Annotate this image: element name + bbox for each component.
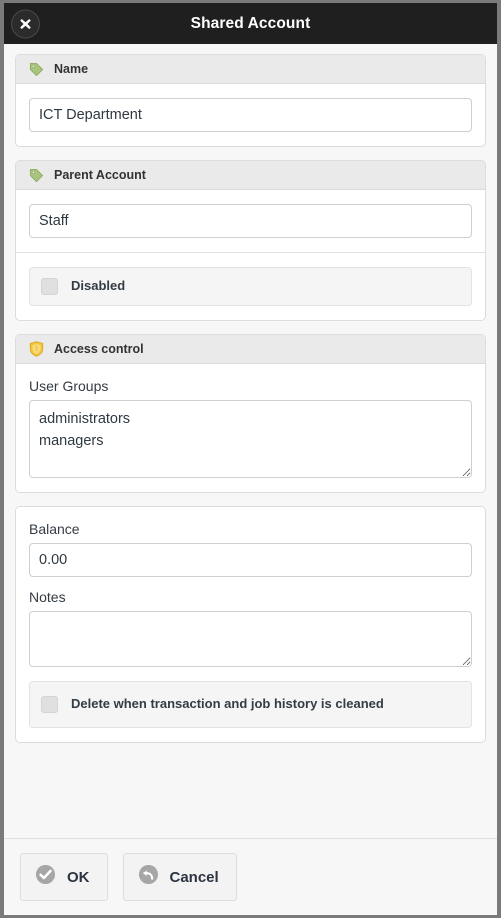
- name-input[interactable]: [29, 98, 472, 132]
- delete-history-checkbox-row[interactable]: Delete when transaction and job history …: [29, 680, 472, 728]
- parent-account-section-title: Parent Account: [54, 168, 146, 182]
- disabled-checkbox[interactable]: [41, 277, 58, 295]
- check-circle-icon: [35, 864, 56, 890]
- parent-account-card: Parent Account Disabled: [15, 160, 486, 321]
- name-field-wrap: [16, 84, 485, 146]
- disabled-label: Disabled: [71, 278, 126, 293]
- tag-icon: [27, 60, 45, 78]
- parent-account-section-header: Parent Account: [16, 161, 485, 190]
- close-icon[interactable]: [11, 9, 40, 38]
- name-section-title: Name: [54, 62, 89, 76]
- parent-account-field-wrap: [16, 190, 485, 252]
- access-control-card: Access control User Groups: [15, 333, 486, 493]
- delete-history-checkbox[interactable]: [41, 695, 58, 713]
- dialog-body: Name Parent Account: [4, 44, 497, 838]
- parent-account-input[interactable]: [29, 204, 472, 238]
- cancel-button-label: Cancel: [169, 868, 219, 886]
- name-section-header: Name: [16, 55, 485, 84]
- shield-icon: [27, 340, 45, 358]
- dialog-titlebar: Shared Account: [4, 3, 497, 44]
- details-card: Balance Notes Delete when transaction an…: [15, 505, 486, 743]
- ok-button-label: OK: [67, 868, 90, 886]
- balance-input[interactable]: [29, 542, 472, 577]
- shared-account-dialog: Shared Account Name ICT Department Paren…: [4, 3, 497, 915]
- user-groups-textarea[interactable]: [29, 399, 472, 478]
- user-groups-label: User Groups: [29, 377, 109, 394]
- cancel-button[interactable]: Cancel: [122, 853, 237, 901]
- dialog-footer: OK Cancel: [4, 838, 497, 915]
- notes-label: Notes: [29, 588, 66, 605]
- dialog-title: Shared Account: [190, 14, 311, 32]
- name-card: Name: [15, 54, 486, 147]
- details-wrap: Balance Notes Delete when transaction an…: [16, 507, 485, 742]
- access-control-section-title: Access control: [54, 341, 144, 356]
- access-control-section-header: Access control: [16, 334, 485, 364]
- tag-icon: [27, 166, 45, 184]
- balance-label: Balance: [29, 520, 80, 537]
- undo-circle-icon: [138, 864, 159, 890]
- disabled-checkbox-row[interactable]: Disabled: [29, 267, 472, 306]
- notes-textarea[interactable]: [29, 610, 472, 667]
- delete-history-label: Delete when transaction and job history …: [71, 695, 384, 711]
- disabled-row-wrap: Disabled: [16, 253, 485, 320]
- user-groups-wrap: User Groups: [16, 364, 485, 492]
- ok-button[interactable]: OK: [20, 853, 108, 901]
